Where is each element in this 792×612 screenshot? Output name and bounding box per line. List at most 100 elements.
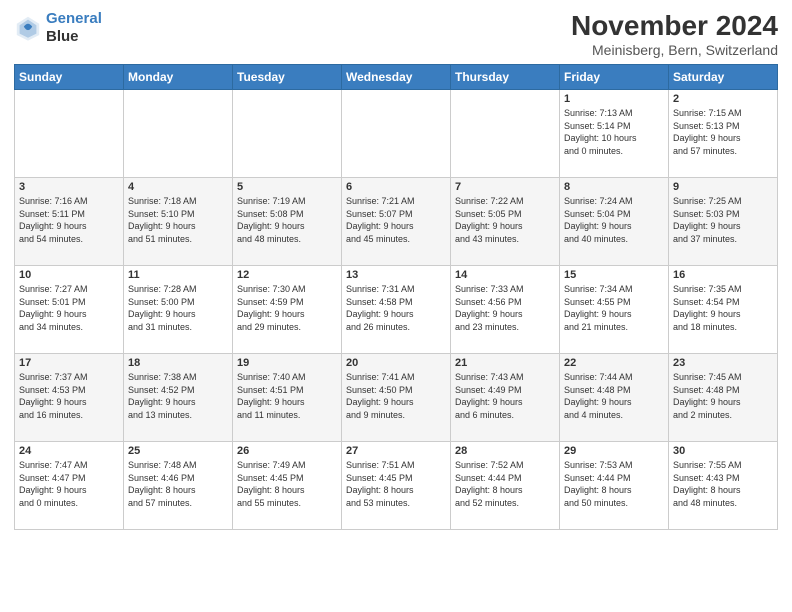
day-info: Sunrise: 7:44 AM Sunset: 4:48 PM Dayligh… [564,371,664,421]
weekday-header-tuesday: Tuesday [233,65,342,90]
calendar-cell: 17Sunrise: 7:37 AM Sunset: 4:53 PM Dayli… [15,354,124,442]
day-number: 5 [237,181,337,193]
title-block: November 2024 Meinisberg, Bern, Switzerl… [571,10,778,58]
day-number: 25 [128,445,228,457]
day-number: 22 [564,357,664,369]
day-info: Sunrise: 7:52 AM Sunset: 4:44 PM Dayligh… [455,459,555,509]
day-info: Sunrise: 7:19 AM Sunset: 5:08 PM Dayligh… [237,195,337,245]
day-info: Sunrise: 7:24 AM Sunset: 5:04 PM Dayligh… [564,195,664,245]
day-info: Sunrise: 7:16 AM Sunset: 5:11 PM Dayligh… [19,195,119,245]
day-info: Sunrise: 7:49 AM Sunset: 4:45 PM Dayligh… [237,459,337,509]
calendar-cell: 24 Sunrise: 7:47 AM Sunset: 4:47 PM Dayli… [15,442,124,530]
calendar-cell [15,90,124,178]
day-info: Sunrise: 7:18 AM Sunset: 5:10 PM Dayligh… [128,195,228,245]
day-info: Sunrise: 7:35 AM Sunset: 4:54 PM Dayligh… [673,283,773,333]
calendar-cell [451,90,560,178]
day-number: 7 [455,181,555,193]
day-number: 26 [237,445,337,457]
day-info: Sunrise: 7:47 AM Sunset: 4:47 PM Dayligh… [19,459,119,509]
calendar-cell: 7 Sunrise: 7:22 AM Sunset: 5:05 PM Daylig… [451,178,560,266]
day-info: Sunrise: 7:55 AM Sunset: 4:43 PM Dayligh… [673,459,773,509]
day-info: Sunrise: 7:13 AM Sunset: 5:14 PM Dayligh… [564,107,664,157]
day-info: Sunrise: 7:51 AM Sunset: 4:45 PM Dayligh… [346,459,446,509]
calendar-cell: 9 Sunrise: 7:25 AM Sunset: 5:03 PM Daylig… [669,178,778,266]
calendar-cell: 4Sunrise: 7:18 AM Sunset: 5:10 PM Daylig… [124,178,233,266]
day-info: Sunrise: 7:25 AM Sunset: 5:03 PM Dayligh… [673,195,773,245]
weekday-header-row: SundayMondayTuesdayWednesdayThursdayFrid… [15,65,778,90]
calendar-cell: 8 Sunrise: 7:24 AM Sunset: 5:04 PM Daylig… [560,178,669,266]
calendar-cell: 28 Sunrise: 7:52 AM Sunset: 4:44 PM Dayli… [451,442,560,530]
day-info: Sunrise: 7:21 AM Sunset: 5:07 PM Dayligh… [346,195,446,245]
location: Meinisberg, Bern, Switzerland [571,42,778,58]
day-info: Sunrise: 7:53 AM Sunset: 4:44 PM Dayligh… [564,459,664,509]
calendar-cell: 20 Sunrise: 7:41 AM Sunset: 4:50 PM Dayli… [342,354,451,442]
day-number: 8 [564,181,664,193]
main-container: General Blue November 2024 Meinisberg, B… [0,0,792,536]
day-number: 21 [455,357,555,369]
day-number: 17 [19,357,119,369]
header: General Blue November 2024 Meinisberg, B… [14,10,778,58]
day-number: 24 [19,445,119,457]
calendar-cell: 27 Sunrise: 7:51 AM Sunset: 4:45 PM Dayli… [342,442,451,530]
day-number: 27 [346,445,446,457]
day-number: 20 [346,357,446,369]
calendar-cell: 26 Sunrise: 7:49 AM Sunset: 4:45 PM Dayli… [233,442,342,530]
day-info: Sunrise: 7:34 AM Sunset: 4:55 PM Dayligh… [564,283,664,333]
calendar-cell: 2 Sunrise: 7:15 AM Sunset: 5:13 PM Daylig… [669,90,778,178]
logo-blue: Blue [46,28,79,45]
month-title: November 2024 [571,10,778,42]
weekday-header-thursday: Thursday [451,65,560,90]
calendar-cell: 19 Sunrise: 7:40 AM Sunset: 4:51 PM Dayli… [233,354,342,442]
day-number: 23 [673,357,773,369]
week-row-1: 1 Sunrise: 7:13 AM Sunset: 5:14 PM Daylig… [15,90,778,178]
calendar-cell [342,90,451,178]
day-number: 9 [673,181,773,193]
calendar-cell: 14Sunrise: 7:33 AM Sunset: 4:56 PM Dayli… [451,266,560,354]
calendar-cell: 10 Sunrise: 7:27 AM Sunset: 5:01 PM Dayli… [15,266,124,354]
calendar-cell: 12Sunrise: 7:30 AM Sunset: 4:59 PM Dayli… [233,266,342,354]
calendar-cell: 5 Sunrise: 7:19 AM Sunset: 5:08 PM Daylig… [233,178,342,266]
weekday-header-monday: Monday [124,65,233,90]
day-info: Sunrise: 7:38 AM Sunset: 4:52 PM Dayligh… [128,371,228,421]
day-number: 1 [564,93,664,105]
day-number: 2 [673,93,773,105]
day-info: Sunrise: 7:40 AM Sunset: 4:51 PM Dayligh… [237,371,337,421]
calendar-cell: 3 Sunrise: 7:16 AM Sunset: 5:11 PM Daylig… [15,178,124,266]
day-number: 19 [237,357,337,369]
day-info: Sunrise: 7:15 AM Sunset: 5:13 PM Dayligh… [673,107,773,157]
calendar-cell: 23 Sunrise: 7:45 AM Sunset: 4:48 PM Dayli… [669,354,778,442]
weekday-header-saturday: Saturday [669,65,778,90]
weekday-header-wednesday: Wednesday [342,65,451,90]
day-number: 28 [455,445,555,457]
day-number: 29 [564,445,664,457]
calendar-cell: 18 Sunrise: 7:38 AM Sunset: 4:52 PM Dayli… [124,354,233,442]
day-info: Sunrise: 7:31 AM Sunset: 4:58 PM Dayligh… [346,283,446,333]
day-info: Sunrise: 7:48 AM Sunset: 4:46 PM Dayligh… [128,459,228,509]
calendar-table: SundayMondayTuesdayWednesdayThursdayFrid… [14,64,778,530]
day-info: Sunrise: 7:28 AM Sunset: 5:00 PM Dayligh… [128,283,228,333]
day-number: 12 [237,269,337,281]
week-row-4: 17Sunrise: 7:37 AM Sunset: 4:53 PM Dayli… [15,354,778,442]
day-info: Sunrise: 7:22 AM Sunset: 5:05 PM Dayligh… [455,195,555,245]
day-info: Sunrise: 7:45 AM Sunset: 4:48 PM Dayligh… [673,371,773,421]
logo-general: General [46,10,102,27]
calendar-cell: 25 Sunrise: 7:48 AM Sunset: 4:46 PM Dayli… [124,442,233,530]
day-info: Sunrise: 7:27 AM Sunset: 5:01 PM Dayligh… [19,283,119,333]
day-number: 3 [19,181,119,193]
day-number: 6 [346,181,446,193]
day-number: 10 [19,269,119,281]
day-number: 30 [673,445,773,457]
calendar-cell: 6 Sunrise: 7:21 AM Sunset: 5:07 PM Daylig… [342,178,451,266]
logo-icon [14,14,42,42]
day-info: Sunrise: 7:33 AM Sunset: 4:56 PM Dayligh… [455,283,555,333]
calendar-cell [233,90,342,178]
weekday-header-friday: Friday [560,65,669,90]
week-row-2: 3 Sunrise: 7:16 AM Sunset: 5:11 PM Daylig… [15,178,778,266]
day-number: 18 [128,357,228,369]
day-number: 15 [564,269,664,281]
day-info: Sunrise: 7:41 AM Sunset: 4:50 PM Dayligh… [346,371,446,421]
week-row-5: 24 Sunrise: 7:47 AM Sunset: 4:47 PM Dayli… [15,442,778,530]
calendar-cell: 21Sunrise: 7:43 AM Sunset: 4:49 PM Dayli… [451,354,560,442]
calendar-cell: 30 Sunrise: 7:55 AM Sunset: 4:43 PM Dayli… [669,442,778,530]
calendar-cell: 1 Sunrise: 7:13 AM Sunset: 5:14 PM Daylig… [560,90,669,178]
